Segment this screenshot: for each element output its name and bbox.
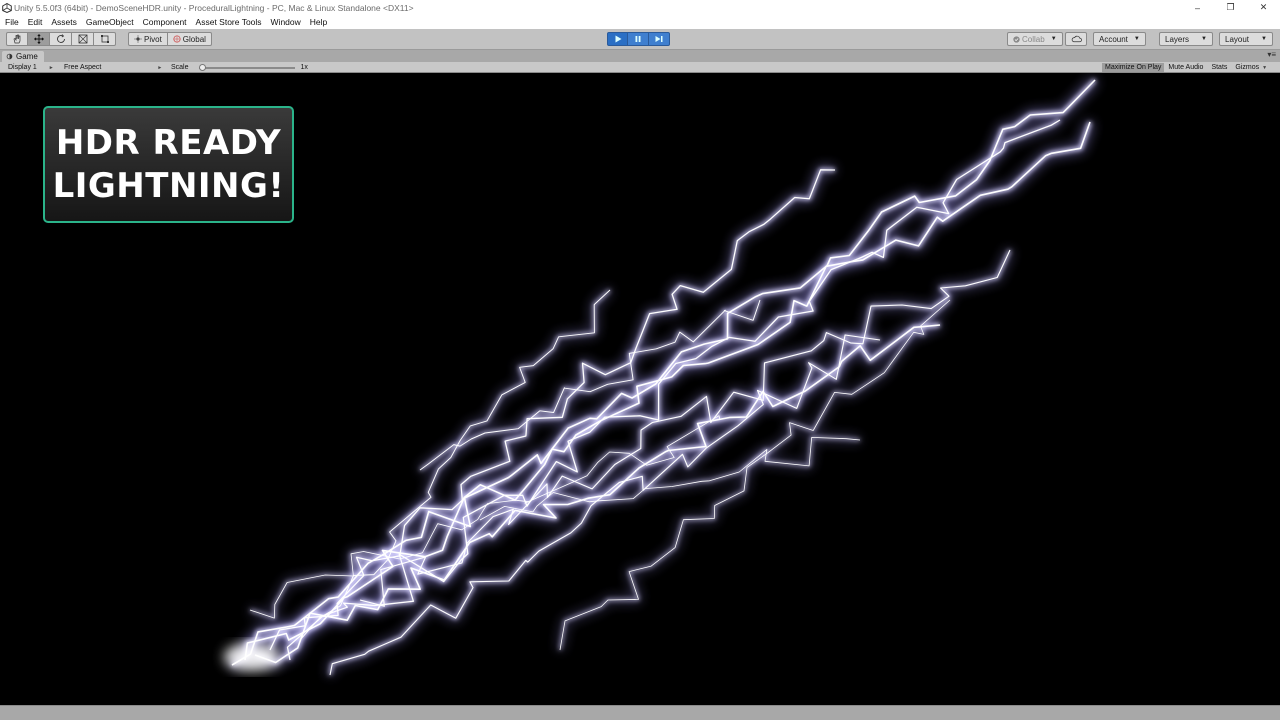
hdr-ready-badge: HDR READY LIGHTNING! [43, 106, 294, 223]
badge-line-1: HDR READY [55, 122, 282, 163]
pivot-icon [134, 35, 142, 43]
chevron-down-icon: ▼ [1133, 36, 1140, 42]
mute-audio-toggle[interactable]: Mute Audio [1165, 63, 1206, 72]
play-icon [615, 35, 621, 43]
menu-component[interactable]: Component [143, 17, 187, 27]
hand-icon [13, 34, 21, 44]
layout-dropdown[interactable]: Layout ▼ [1219, 32, 1273, 46]
gizmos-dropdown[interactable]: Gizmos ▼ [1232, 63, 1270, 72]
collab-button[interactable]: Collab ▼ [1007, 32, 1063, 46]
menu-window[interactable]: Window [271, 17, 301, 27]
scale-value: 1x [300, 64, 308, 71]
pivot-toggle[interactable]: Pivot [128, 32, 168, 46]
check-icon [1013, 35, 1020, 43]
menu-gameobject[interactable]: GameObject [86, 17, 134, 27]
rotate-icon [56, 34, 65, 43]
menu-assets[interactable]: Assets [51, 17, 77, 27]
stats-toggle[interactable]: Stats [1208, 63, 1230, 72]
scale-slider-thumb[interactable] [198, 63, 206, 71]
transform-tools [6, 32, 116, 46]
game-view-icon [6, 53, 13, 60]
scale-tool-button[interactable] [72, 32, 94, 46]
tab-options-icon[interactable]: ▾≡ [1267, 50, 1276, 59]
globe-icon [173, 35, 181, 43]
menu-asset-store-tools[interactable]: Asset Store Tools [196, 17, 262, 27]
scale-control: Scale 1x [171, 63, 308, 72]
badge-line-2: LIGHTNING! [52, 165, 285, 206]
close-button[interactable]: ✕ [1247, 0, 1280, 15]
gizmos-label: Gizmos [1235, 64, 1260, 71]
menu-help[interactable]: Help [310, 17, 327, 27]
menu-edit[interactable]: Edit [28, 17, 43, 27]
tab-game-label: Game [16, 52, 38, 61]
aspect-label: Free Aspect [64, 64, 102, 71]
chevron-down-icon: ▼ [1262, 64, 1268, 71]
status-bar [0, 705, 1280, 720]
chevron-down-icon: ▼ [1201, 36, 1207, 42]
display-dropdown[interactable]: Display 1 ► [8, 63, 54, 72]
account-label: Account [1099, 34, 1128, 44]
chevron-right-icon: ► [157, 64, 163, 71]
layout-label: Layout [1225, 34, 1250, 44]
play-button[interactable] [607, 32, 628, 46]
layers-dropdown[interactable]: Layers ▼ [1159, 32, 1213, 46]
display-label: Display 1 [8, 64, 37, 71]
game-view[interactable]: HDR READY LIGHTNING! [0, 73, 1280, 705]
step-button[interactable] [649, 32, 670, 46]
cloud-icon [1071, 35, 1082, 43]
scale-label: Scale [171, 64, 189, 71]
move-icon [33, 34, 44, 44]
pause-button[interactable] [628, 32, 649, 46]
chevron-down-icon: ▼ [1050, 36, 1057, 42]
maximize-on-play-toggle[interactable]: Maximize On Play [1102, 63, 1165, 72]
global-toggle[interactable]: Global [167, 32, 212, 46]
minimize-button[interactable]: – [1181, 0, 1214, 15]
layers-label: Layers [1165, 34, 1190, 44]
collab-label: Collab [1022, 34, 1045, 44]
rotate-tool-button[interactable] [50, 32, 72, 46]
chevron-right-icon: ► [48, 64, 54, 71]
account-dropdown[interactable]: Account ▼ [1093, 32, 1146, 46]
game-tab-bar: Game ▾≡ [0, 50, 1280, 62]
title-bar: Unity 5.5.0f3 (64bit) - DemoSceneHDR.uni… [0, 0, 1280, 15]
game-view-controls: Display 1 ► Free Aspect ► Scale 1x Maxim… [0, 62, 1280, 73]
cloud-button[interactable] [1065, 32, 1087, 46]
menu-bar: File Edit Assets GameObject Component As… [0, 15, 1280, 29]
restore-button[interactable]: ❐ [1214, 0, 1247, 15]
global-label: Global [182, 34, 206, 44]
aspect-dropdown[interactable]: Free Aspect ► [64, 63, 162, 72]
unity-logo-icon [2, 2, 12, 13]
lightning-glow [557, 298, 952, 651]
move-tool-button[interactable] [28, 32, 50, 46]
lightning-halo [559, 299, 951, 651]
play-controls [607, 32, 670, 46]
pivot-label: Pivot [144, 34, 162, 44]
rect-tool-button[interactable] [94, 32, 116, 46]
scale-slider[interactable] [198, 63, 295, 71]
pivot-controls: Pivot Global [128, 32, 212, 46]
tab-game[interactable]: Game [2, 51, 44, 62]
lightning-bolt [559, 299, 951, 651]
menu-file[interactable]: File [5, 17, 19, 27]
main-toolbar: Pivot Global Collab ▼ Account ▼ Layers ▼… [0, 29, 1280, 50]
step-icon [655, 36, 663, 42]
chevron-down-icon: ▼ [1261, 36, 1267, 42]
scale-icon [78, 34, 87, 44]
hand-tool-button[interactable] [6, 32, 28, 46]
rect-icon [100, 35, 109, 43]
window-title: Unity 5.5.0f3 (64bit) - DemoSceneHDR.uni… [14, 2, 414, 13]
pause-icon [635, 36, 641, 42]
